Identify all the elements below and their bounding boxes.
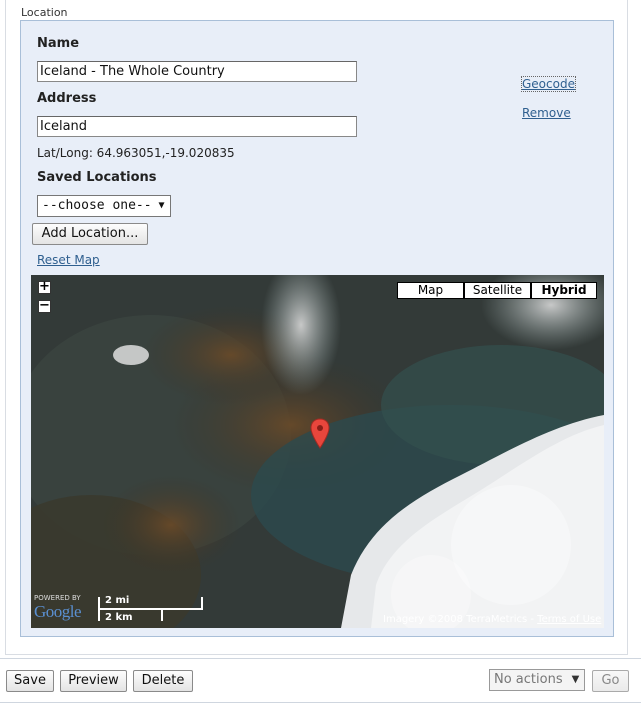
address-field[interactable]	[37, 116, 357, 137]
reset-map-link[interactable]: Reset Map	[37, 253, 100, 267]
terms-of-use-link[interactable]: Terms of Use	[537, 614, 601, 625]
preview-button[interactable]: Preview	[60, 670, 127, 692]
go-button[interactable]: Go	[592, 670, 629, 692]
remove-link[interactable]: Remove	[522, 106, 571, 120]
save-button[interactable]: Save	[6, 670, 54, 692]
chevron-down-icon: ▼	[571, 674, 580, 685]
scale-mi-label: 2 mi	[105, 595, 130, 606]
saved-locations-select[interactable]: --choose one-- ▼	[37, 195, 171, 217]
geocode-link[interactable]: Geocode	[521, 76, 576, 92]
chevron-down-icon: ▼	[158, 200, 165, 211]
name-field[interactable]	[37, 61, 357, 82]
map-type-map-button[interactable]: Map	[397, 282, 464, 299]
saved-locations-label: Saved Locations	[37, 170, 157, 185]
google-logo: Google	[34, 602, 82, 621]
imagery-credit-text: Imagery ©2008 TerraMetrics -	[383, 614, 538, 625]
zoom-in-button[interactable]: +	[38, 280, 51, 294]
bottom-divider	[0, 702, 641, 703]
satellite-map[interactable]: + − Map Satellite Hybrid POWERED BY Goog…	[31, 275, 604, 628]
map-pin-marker-icon[interactable]	[309, 418, 331, 450]
actions-select[interactable]: No actions ▼	[489, 669, 585, 691]
map-type-satellite-button[interactable]: Satellite	[464, 282, 531, 299]
scale-km-label: 2 km	[105, 612, 133, 623]
imagery-credit: Imagery ©2008 TerraMetrics - Terms of Us…	[383, 614, 601, 625]
latlong-readout: Lat/Long: 64.963051,-19.020835	[37, 146, 235, 160]
footer-divider	[0, 658, 641, 659]
map-type-hybrid-button[interactable]: Hybrid	[531, 282, 597, 299]
powered-by-text: POWERED BY	[34, 594, 81, 602]
zoom-out-button[interactable]: −	[38, 299, 51, 313]
fieldset-legend: Location	[21, 6, 68, 19]
saved-locations-value: --choose one--	[42, 198, 152, 213]
map-imagery	[31, 275, 604, 628]
delete-button[interactable]: Delete	[133, 670, 193, 692]
address-label: Address	[37, 91, 97, 106]
add-location-button[interactable]: Add Location...	[32, 223, 148, 245]
actions-select-value: No actions	[494, 672, 563, 687]
name-label: Name	[37, 36, 80, 51]
